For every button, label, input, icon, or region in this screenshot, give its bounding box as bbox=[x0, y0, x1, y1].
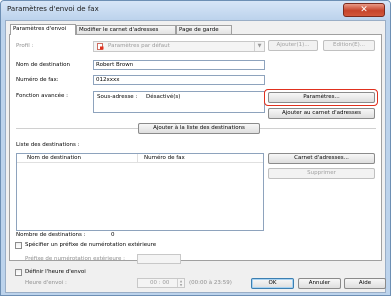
tab-send-settings-label: Paramètres d'envoi bbox=[13, 26, 67, 32]
delete-destination-button[interactable]: Supprimer bbox=[268, 168, 375, 179]
dialog-body: Paramètres d'envoi Modifier le carnet d'… bbox=[5, 20, 386, 293]
spinner-arrows-icon[interactable]: ▲ ▼ bbox=[177, 279, 184, 287]
send-settings-panel: Profil : Paramètres par défaut ▼ Ajouter… bbox=[9, 34, 382, 261]
destination-list-label: Liste des destinations : bbox=[16, 142, 80, 148]
send-time-field-label: Heure d'envoi : bbox=[25, 280, 67, 286]
advanced-function-box: Sous-adresse : Désactivé(s) bbox=[93, 91, 265, 113]
help-button[interactable]: Aide bbox=[344, 278, 386, 289]
add-to-address-book-button[interactable]: Ajouter au carnet d'adresses bbox=[268, 108, 375, 119]
add-to-destination-list-button[interactable]: Ajouter à la liste des destinations bbox=[138, 123, 260, 134]
tab-send-settings[interactable]: Paramètres d'envoi bbox=[10, 24, 76, 35]
column-destination-name[interactable]: Nom de destination bbox=[27, 155, 81, 161]
destination-count-label: Nombre de destinations : bbox=[16, 232, 86, 238]
destination-list[interactable]: Nom de destination Numéro de fax bbox=[16, 153, 264, 231]
profile-add-button[interactable]: Ajouter(1)... bbox=[268, 40, 318, 51]
title-bar[interactable]: Paramètres d'envoi de fax ✕ bbox=[1, 1, 390, 20]
advanced-function-label: Fonction avancée : bbox=[16, 93, 69, 99]
send-time-range: (00:00 à 23:59) bbox=[189, 280, 232, 286]
close-window-button[interactable]: ✕ bbox=[343, 3, 385, 17]
advanced-settings-button[interactable]: Paramètres... bbox=[268, 92, 375, 103]
subaddress-label: Sous-adresse : bbox=[97, 94, 138, 100]
tab-edit-address-book[interactable]: Modifier le carnet d'adresses bbox=[76, 25, 176, 34]
fax-number-field[interactable]: 012xxxx bbox=[93, 75, 265, 85]
profile-value: Paramètres par défaut bbox=[108, 43, 170, 49]
tab-cover-page-label: Page de garde bbox=[179, 27, 219, 33]
window-title: Paramètres d'envoi de fax bbox=[7, 5, 99, 13]
send-time-spinner[interactable]: 00 : 00 ▲ ▼ bbox=[137, 278, 185, 288]
destination-name-label: Nom de destination bbox=[16, 62, 71, 68]
tab-edit-address-book-label: Modifier le carnet d'adresses bbox=[79, 27, 159, 33]
ok-button[interactable]: OK bbox=[251, 278, 294, 289]
prefix-checkbox-label[interactable]: Spécifier un préfixe de numérotation ext… bbox=[25, 242, 156, 248]
profile-edit-button[interactable]: Edition(E)... bbox=[323, 40, 375, 51]
destination-list-header: Nom de destination Numéro de fax bbox=[17, 154, 263, 163]
column-separator[interactable] bbox=[137, 154, 138, 163]
send-time-value: 00 : 00 bbox=[150, 280, 170, 286]
prefix-field[interactable] bbox=[137, 254, 181, 264]
prefix-checkbox[interactable] bbox=[15, 242, 22, 249]
profile-icon bbox=[97, 43, 104, 50]
subaddress-value: Désactivé(s) bbox=[146, 94, 181, 100]
tab-cover-page[interactable]: Page de garde bbox=[176, 25, 232, 34]
destination-name-field[interactable]: Robert Brown bbox=[93, 60, 265, 70]
address-book-button[interactable]: Carnet d'adresses... bbox=[268, 153, 375, 164]
send-time-checkbox-label[interactable]: Définir l'heure d'envoi bbox=[25, 269, 86, 275]
fax-number-label: Numéro de fax: bbox=[16, 77, 59, 83]
destination-count-value: 0 bbox=[111, 232, 115, 238]
cancel-button[interactable]: Annuler bbox=[298, 278, 341, 289]
fax-settings-window: Paramètres d'envoi de fax ✕ Paramètres d… bbox=[0, 0, 391, 296]
profile-label: Profil : bbox=[16, 43, 34, 49]
column-fax-number[interactable]: Numéro de fax bbox=[144, 155, 185, 161]
chevron-down-icon: ▼ bbox=[254, 42, 264, 51]
send-time-checkbox[interactable] bbox=[15, 269, 22, 276]
prefix-field-label: Préfixe de numérotation extérieure : bbox=[25, 256, 125, 262]
profile-select[interactable]: Paramètres par défaut ▼ bbox=[93, 41, 265, 52]
close-icon: ✕ bbox=[360, 5, 368, 15]
